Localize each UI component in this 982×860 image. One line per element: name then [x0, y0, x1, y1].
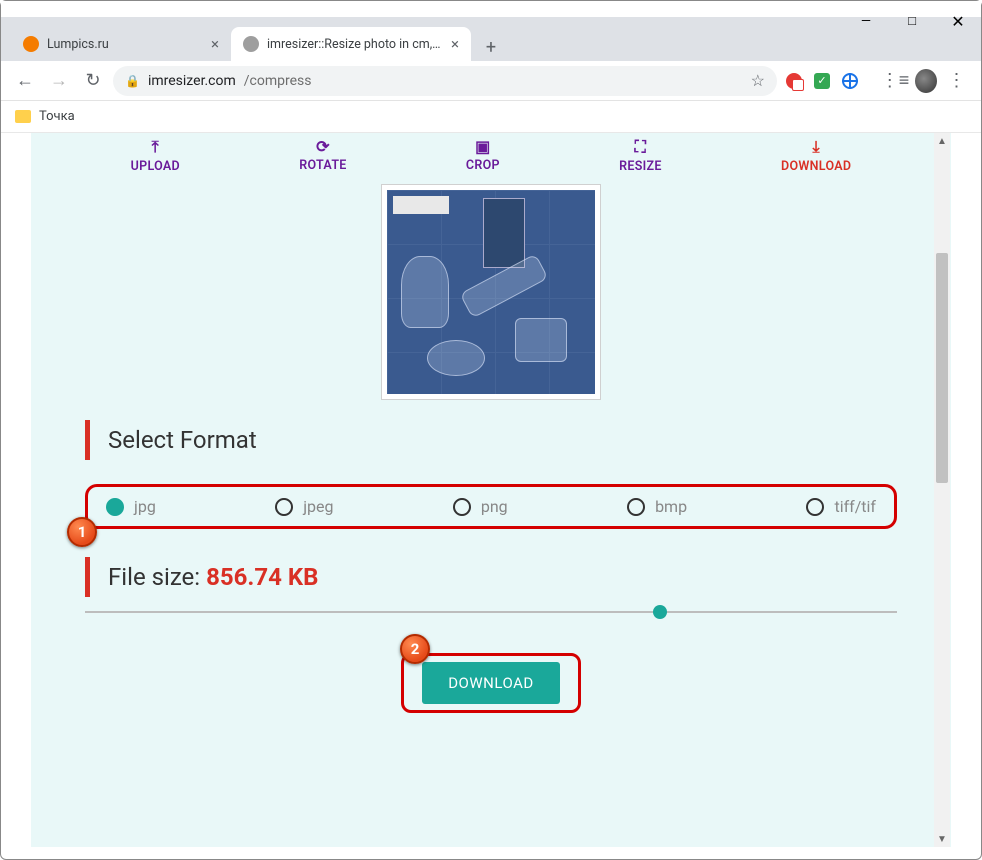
extension-check-icon[interactable]: ✓: [811, 70, 833, 92]
browser-toolbar: ← → ↻ 🔒 imresizer.com/compress ☆ ✓ ⋮≡ ⋮: [1, 61, 981, 101]
tab-title: imresizer::Resize photo in cm, mm: [267, 37, 443, 52]
extension-opera-icon[interactable]: [783, 70, 805, 92]
radio-label: jpg: [134, 497, 156, 516]
step-label: ROTATE: [299, 158, 346, 173]
bookmarks-bar: Точка: [1, 101, 981, 133]
format-options-highlight: jpg jpeg png bmp tiff/tif: [85, 484, 897, 529]
download-button[interactable]: DOWNLOAD: [422, 662, 560, 704]
url-path: /compress: [244, 73, 312, 89]
window-controls: — □ ✕: [843, 1, 981, 41]
favicon-icon: [243, 36, 259, 52]
file-size-label: File size:: [108, 563, 206, 591]
tab-lumpics[interactable]: Lumpics.ru ×: [11, 27, 231, 61]
radio-dot-icon: [275, 498, 293, 516]
select-format-section: Select Format: [85, 420, 897, 460]
page-viewport: ⤒ UPLOAD ⟳ ROTATE ▣ CROP ⛶ RESIZE ⤓ DOWN…: [31, 133, 951, 847]
profile-avatar[interactable]: [915, 70, 937, 92]
scroll-down-icon[interactable]: ▼: [934, 831, 950, 847]
step-label: CROP: [466, 158, 500, 173]
download-icon: ⤓: [812, 137, 819, 157]
tab-close-icon[interactable]: ×: [211, 35, 219, 53]
favicon-icon: [23, 36, 39, 52]
slider-track: [85, 611, 897, 613]
tab-title: Lumpics.ru: [47, 37, 203, 52]
step-label: DOWNLOAD: [781, 159, 851, 174]
vertical-scrollbar[interactable]: ▲ ▼: [934, 133, 950, 847]
bookmark-star-icon[interactable]: ☆: [751, 71, 765, 90]
window-titlebar: [1, 1, 981, 17]
step-rotate[interactable]: ⟳ ROTATE: [299, 137, 346, 174]
radio-label: jpeg: [303, 497, 333, 516]
radio-label: png: [481, 497, 508, 516]
radio-dot-icon: [627, 498, 645, 516]
window-maximize-button[interactable]: □: [889, 1, 935, 41]
radio-dot-icon: [453, 498, 471, 516]
annotation-marker-1: 1: [67, 517, 97, 547]
file-size-section: File size: 856.74 KB: [85, 557, 897, 597]
image-preview: [381, 184, 601, 400]
format-radio-tiff[interactable]: tiff/tif: [806, 497, 876, 516]
crop-icon: ▣: [475, 137, 490, 156]
slider-knob[interactable]: [653, 605, 667, 619]
back-button[interactable]: ←: [11, 67, 39, 95]
step-crop[interactable]: ▣ CROP: [466, 137, 500, 174]
tab-imresizer[interactable]: imresizer::Resize photo in cm, mm ×: [231, 27, 471, 61]
radio-label: bmp: [655, 497, 687, 516]
file-size-heading: File size: 856.74 KB: [85, 557, 897, 597]
browser-tabstrip: Lumpics.ru × imresizer::Resize photo in …: [1, 17, 981, 61]
radio-dot-icon: [806, 498, 824, 516]
scrollbar-thumb[interactable]: [936, 253, 948, 483]
format-radio-jpeg[interactable]: jpeg: [275, 497, 333, 516]
quality-slider[interactable]: [85, 611, 897, 613]
window-close-button[interactable]: ✕: [935, 1, 981, 41]
step-download[interactable]: ⤓ DOWNLOAD: [781, 137, 851, 174]
reload-button[interactable]: ↻: [79, 67, 107, 95]
new-tab-button[interactable]: +: [477, 33, 505, 61]
blueprint-image: [387, 190, 595, 394]
bookmark-folder-icon: [15, 110, 31, 123]
window-minimize-button[interactable]: —: [843, 1, 889, 41]
step-upload[interactable]: ⤒ UPLOAD: [131, 137, 180, 174]
lock-icon: 🔒: [125, 74, 140, 88]
extension-globe-icon[interactable]: [839, 70, 861, 92]
tab-close-icon[interactable]: ×: [451, 35, 459, 53]
forward-button[interactable]: →: [45, 67, 73, 95]
step-nav: ⤒ UPLOAD ⟳ ROTATE ▣ CROP ⛶ RESIZE ⤓ DOWN…: [31, 133, 951, 180]
resize-icon: ⛶: [635, 137, 647, 157]
step-label: RESIZE: [619, 159, 662, 174]
annotation-marker-2: 2: [400, 634, 430, 664]
upload-icon: ⤒: [152, 137, 159, 157]
format-radio-png[interactable]: png: [453, 497, 508, 516]
scroll-up-icon[interactable]: ▲: [934, 133, 950, 149]
radio-label: tiff/tif: [834, 497, 876, 516]
format-radio-jpg[interactable]: jpg: [106, 497, 156, 516]
rotate-icon: ⟳: [316, 137, 330, 156]
bookmark-folder-label[interactable]: Точка: [39, 109, 75, 124]
reading-list-icon[interactable]: ⋮≡: [881, 67, 909, 95]
radio-dot-icon: [106, 498, 124, 516]
step-resize[interactable]: ⛶ RESIZE: [619, 137, 662, 174]
file-size-value: 856.74 KB: [206, 563, 318, 591]
address-bar[interactable]: 🔒 imresizer.com/compress ☆: [113, 66, 777, 96]
url-host: imresizer.com: [148, 73, 236, 89]
format-options-box: 1 jpg jpeg png bmp tiff/tif: [85, 484, 897, 529]
format-radio-bmp[interactable]: bmp: [627, 497, 687, 516]
browser-menu-button[interactable]: ⋮: [943, 67, 971, 95]
section-heading: Select Format: [85, 420, 897, 460]
step-label: UPLOAD: [131, 159, 180, 174]
download-button-highlight: 2 DOWNLOAD: [401, 653, 581, 713]
